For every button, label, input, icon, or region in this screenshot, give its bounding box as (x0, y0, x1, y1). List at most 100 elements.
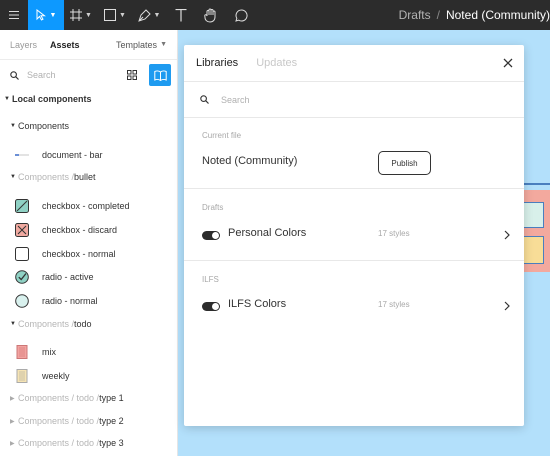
local-components-header[interactable]: ▼ Local components (4, 94, 181, 104)
templates-label: Templates (116, 39, 158, 50)
group-todo-type-1[interactable]: ▶ Components / todo / type 1 (10, 393, 187, 403)
component-label: mix (42, 347, 56, 357)
hand-icon (204, 8, 216, 23)
component-weekly[interactable]: weekly (15, 369, 192, 383)
component-label: radio - active (42, 272, 94, 282)
shape-tool-button[interactable]: ▼ (98, 0, 132, 30)
hamburger-icon (9, 11, 19, 19)
canvas-selection-line (520, 183, 550, 185)
chevron-down-icon: ▼ (85, 11, 92, 19)
file-breadcrumb: Drafts / Noted (Community) (399, 0, 550, 30)
component-label: checkbox - normal (42, 249, 116, 259)
templates-dropdown[interactable]: Templates ▼ (116, 40, 167, 50)
sidebar-tabs: Layers Assets Templates ▼ (0, 30, 177, 60)
group-prefix: Components / (18, 319, 75, 329)
group-label: todo (74, 319, 92, 329)
mix-thumb-icon (15, 345, 29, 359)
tab-libraries[interactable]: Libraries (196, 57, 238, 69)
triangle-down-icon: ▼ (4, 96, 10, 102)
tab-layers[interactable]: Layers (10, 40, 37, 50)
ilfs-section: ILFS ILFS Colors 17 styles (184, 261, 524, 333)
current-file-section: Current file Noted (Community) Publish (184, 118, 524, 189)
grid-view-button[interactable] (121, 64, 143, 86)
section-label-current-file: Current file (202, 131, 242, 140)
personal-colors-toggle[interactable] (202, 231, 220, 240)
radio-active-icon (15, 270, 29, 284)
rectangle-icon (104, 9, 117, 21)
component-label: checkbox - discard (42, 225, 118, 235)
component-mix[interactable]: mix (15, 345, 192, 359)
group-label: type 2 (99, 416, 124, 426)
file-name[interactable]: Noted (Community) (446, 8, 550, 22)
chevron-right-icon[interactable] (502, 301, 512, 311)
component-label: weekly (42, 371, 70, 381)
search-icon (200, 95, 209, 104)
group-todo-type-2[interactable]: ▶ Components / todo / type 2 (10, 416, 187, 426)
tab-assets[interactable]: Assets (50, 40, 80, 50)
group-components-todo[interactable]: ▼ Components / todo (10, 319, 187, 329)
libraries-dialog: Libraries Updates Search Current file No… (184, 45, 524, 426)
pen-icon (137, 8, 151, 22)
checkbox-completed-icon (15, 199, 29, 213)
hand-tool-button[interactable] (196, 0, 226, 30)
breadcrumb-drafts[interactable]: Drafts (399, 8, 431, 22)
pen-tool-button[interactable]: ▼ (132, 0, 166, 30)
component-radio-active[interactable]: radio - active (15, 270, 192, 284)
group-components-bullet[interactable]: ▼ Components / bullet (10, 172, 187, 182)
library-search-input[interactable]: Search (221, 95, 250, 105)
assets-search: Search (0, 60, 177, 90)
chevron-down-icon: ▼ (119, 11, 126, 19)
comment-tool-button[interactable] (226, 0, 256, 30)
group-label: Components (18, 121, 70, 131)
triangle-down-icon: ▼ (10, 174, 16, 180)
text-icon (175, 8, 187, 21)
canvas-card-top (522, 202, 544, 228)
triangle-right-icon: ▶ (10, 440, 15, 447)
component-checkbox-discard[interactable]: checkbox - discard (15, 223, 192, 237)
local-components-label: Local components (12, 94, 92, 104)
tab-updates[interactable]: Updates (256, 57, 297, 69)
chevron-down-icon: ▼ (49, 11, 57, 19)
group-label: type 3 (99, 438, 124, 448)
current-file-name: Noted (Community) (202, 155, 298, 167)
assets-search-input[interactable]: Search (27, 70, 121, 80)
library-name-ilfs-colors[interactable]: ILFS Colors (228, 298, 286, 310)
breadcrumb-separator: / (436, 8, 440, 22)
group-components[interactable]: ▼ Components (10, 121, 187, 131)
component-checkbox-completed[interactable]: checkbox - completed (15, 199, 192, 213)
component-checkbox-normal[interactable]: checkbox - normal (15, 247, 192, 261)
checkbox-normal-icon (15, 247, 29, 261)
frame-tool-button[interactable]: ▼ (64, 0, 98, 30)
document-bar-icon (15, 148, 29, 162)
move-tool-button[interactable]: ▼ (28, 0, 64, 30)
chevron-right-icon[interactable] (502, 230, 512, 240)
close-icon (503, 58, 513, 68)
close-button[interactable] (500, 55, 516, 71)
left-sidebar: Layers Assets Templates ▼ Search ▼ Local… (0, 30, 178, 456)
canvas-card-bottom (522, 236, 544, 264)
weekly-thumb-icon (15, 369, 29, 383)
section-label-ilfs: ILFS (202, 275, 219, 284)
library-name-personal-colors[interactable]: Personal Colors (228, 227, 306, 239)
team-library-button[interactable] (149, 64, 171, 86)
group-todo-type-3[interactable]: ▶ Components / todo / type 3 (10, 438, 187, 448)
group-prefix: Components / todo / (18, 438, 100, 448)
library-search: Search (184, 82, 524, 118)
component-radio-normal[interactable]: radio - normal (15, 294, 192, 308)
component-label: checkbox - completed (42, 201, 130, 211)
section-label-drafts: Drafts (202, 203, 224, 212)
frame-icon (70, 9, 83, 21)
component-label: document - bar (42, 150, 103, 160)
book-icon (153, 70, 167, 81)
group-prefix: Components / (18, 172, 75, 182)
main-menu-button[interactable] (0, 0, 28, 30)
publish-button[interactable]: Publish (378, 151, 431, 175)
comment-icon (234, 8, 248, 22)
ilfs-colors-toggle[interactable] (202, 302, 220, 311)
grid-icon (127, 70, 137, 80)
text-tool-button[interactable] (166, 0, 196, 30)
triangle-right-icon: ▶ (10, 395, 15, 402)
group-label: type 1 (99, 393, 124, 403)
component-label: radio - normal (42, 296, 98, 306)
component-document-bar[interactable]: document - bar (15, 148, 192, 162)
